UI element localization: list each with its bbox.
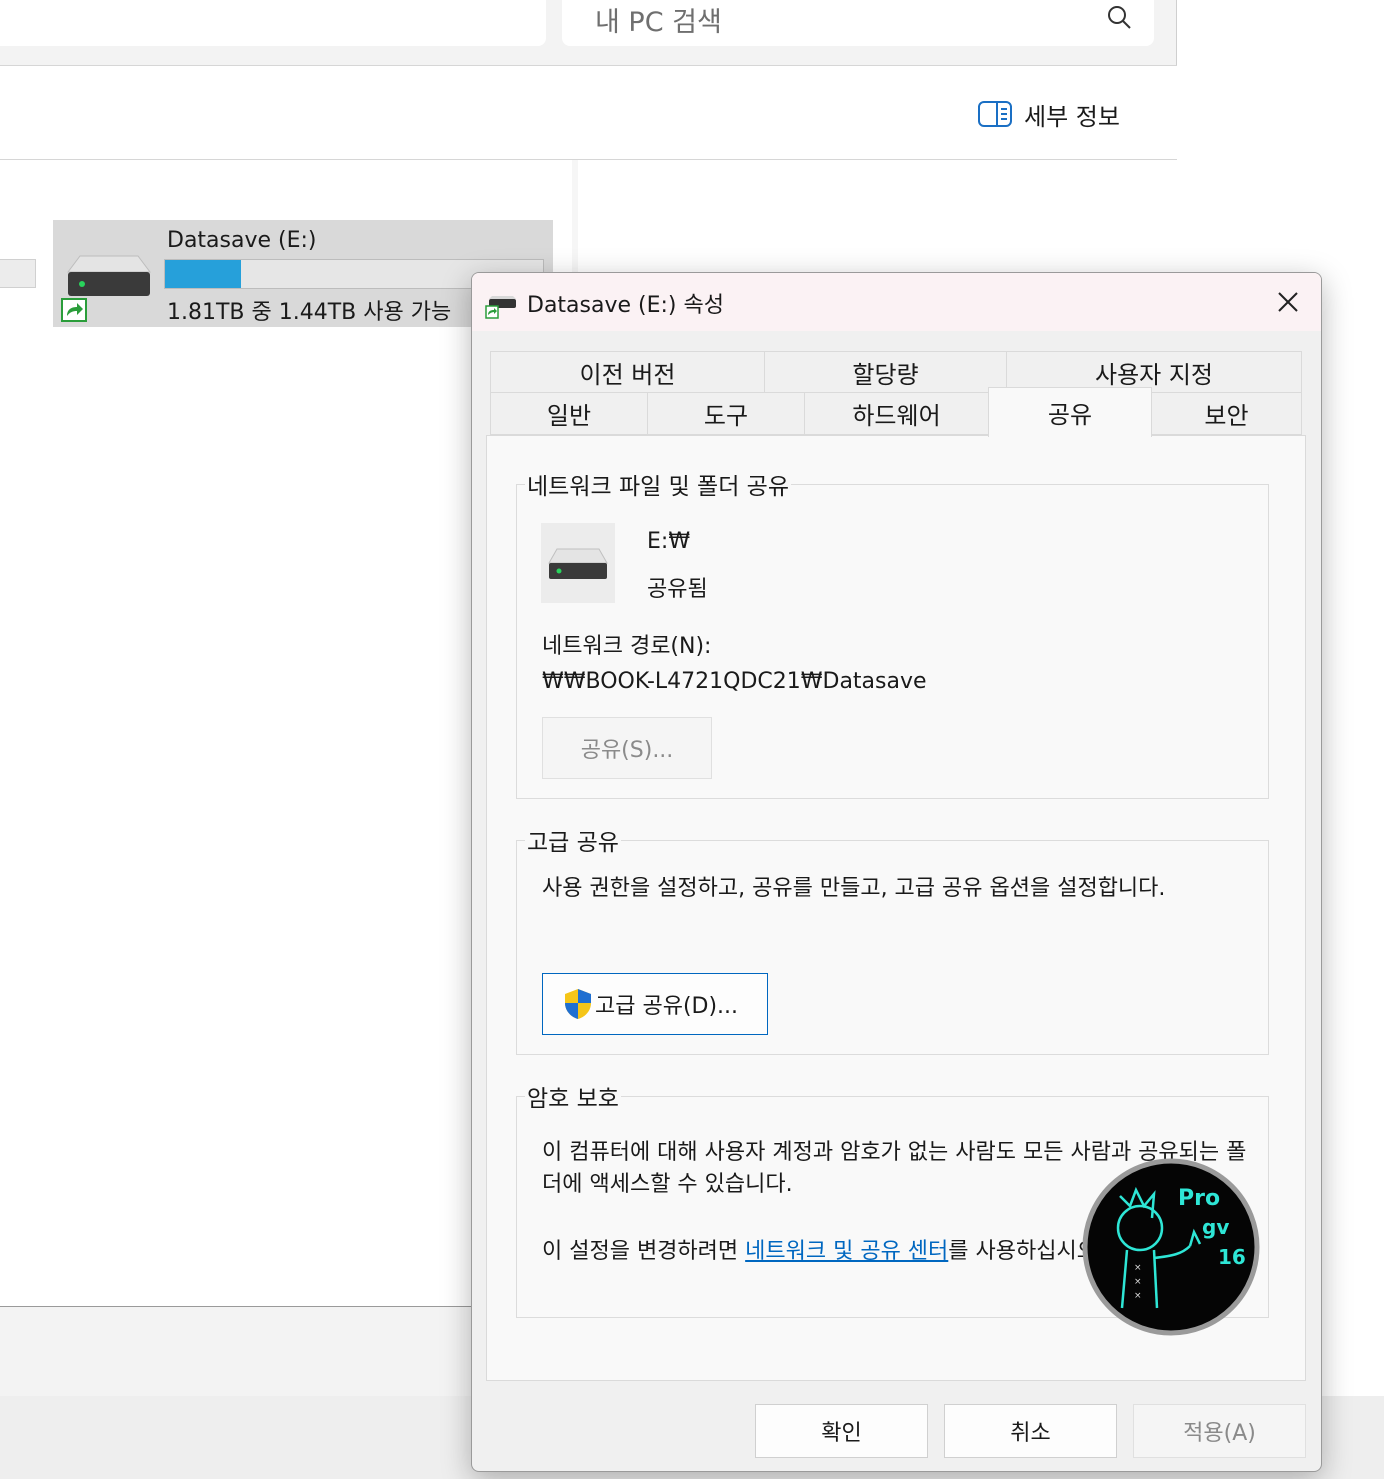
tab-sharing[interactable]: 공유: [988, 387, 1152, 437]
drive-usage-bar-partial: [0, 259, 36, 288]
dialog-titlebar[interactable]: Datasave (E:) 속성: [472, 273, 1321, 331]
watermark-line-3: 16: [1218, 1245, 1246, 1269]
details-pane-icon: [978, 101, 1012, 127]
drive-usage-fill: [165, 260, 241, 288]
svg-text:×: ×: [1134, 1277, 1142, 1287]
drive-name: Datasave (E:): [167, 228, 317, 253]
close-icon: [1278, 292, 1298, 312]
watermark-logo: Pro gv 16 × × ×: [1082, 1158, 1260, 1336]
share-path: E:₩: [647, 529, 691, 554]
address-bar[interactable]: [0, 0, 546, 46]
password-protection-heading: 암호 보호: [525, 1079, 621, 1113]
network-sharing-group: 네트워크 파일 및 폴더 공유 E:₩ 공유됨 네트워크 경로(N): ₩₩BO…: [516, 467, 1269, 799]
command-bar: 세부 정보: [0, 65, 1177, 160]
apply-button[interactable]: 적용(A): [1133, 1404, 1306, 1458]
search-box[interactable]: 내 PC 검색: [562, 0, 1154, 46]
dialog-title: Datasave (E:) 속성: [527, 293, 724, 318]
tab-hardware[interactable]: 하드웨어: [804, 392, 989, 435]
drive-free-space: 1.81TB 중 1.44TB 사용 가능: [167, 300, 452, 325]
advanced-sharing-button[interactable]: 고급 공유(D)...: [542, 973, 768, 1035]
search-icon[interactable]: [1106, 4, 1132, 30]
watermark-line-2: gv: [1202, 1215, 1229, 1239]
network-path-value: ₩₩BOOK-L4721QDC21₩Datasave: [542, 669, 927, 694]
svg-text:×: ×: [1134, 1263, 1142, 1273]
advanced-sharing-description: 사용 권한을 설정하고, 공유를 만들고, 고급 공유 옵션을 설정합니다.: [542, 876, 1166, 901]
drive-title-icon: [485, 296, 516, 319]
uac-shield-icon: [565, 989, 591, 1019]
shared-overlay-icon: [61, 298, 87, 322]
shared-drive-icon: [541, 523, 615, 603]
share-button[interactable]: 공유(S)...: [542, 717, 712, 779]
change-prefix: 이 설정을 변경하려면: [542, 1239, 746, 1264]
share-status: 공유됨: [647, 577, 708, 602]
close-button[interactable]: [1255, 273, 1321, 331]
advanced-sharing-group: 고급 공유 사용 권한을 설정하고, 공유를 만들고, 고급 공유 옵션을 설정…: [516, 823, 1269, 1055]
cancel-button[interactable]: 취소: [944, 1404, 1117, 1458]
tab-general[interactable]: 일반: [490, 392, 648, 435]
change-suffix: 를 사용하십시오.: [948, 1239, 1104, 1264]
svg-text:×: ×: [1134, 1291, 1142, 1301]
ok-button[interactable]: 확인: [755, 1404, 928, 1458]
search-placeholder: 내 PC 검색: [595, 7, 722, 38]
tab-previous-versions[interactable]: 이전 버전: [490, 351, 765, 393]
details-pane-label: 세부 정보: [1024, 102, 1120, 131]
hard-drive-icon: [67, 255, 151, 296]
tab-tools[interactable]: 도구: [647, 392, 805, 435]
watermark-line-1: Pro: [1178, 1186, 1220, 1211]
tab-security[interactable]: 보안: [1151, 392, 1302, 435]
network-path-label: 네트워크 경로(N):: [542, 634, 712, 659]
details-pane-button[interactable]: 세부 정보: [978, 96, 1120, 132]
advanced-sharing-heading: 고급 공유: [525, 823, 621, 857]
network-sharing-heading: 네트워크 파일 및 폴더 공유: [525, 467, 792, 501]
network-sharing-center-link[interactable]: 네트워크 및 공유 센터: [745, 1239, 948, 1264]
tab-quota[interactable]: 할당량: [764, 351, 1007, 393]
advanced-sharing-button-label: 고급 공유(D)...: [595, 994, 739, 1019]
